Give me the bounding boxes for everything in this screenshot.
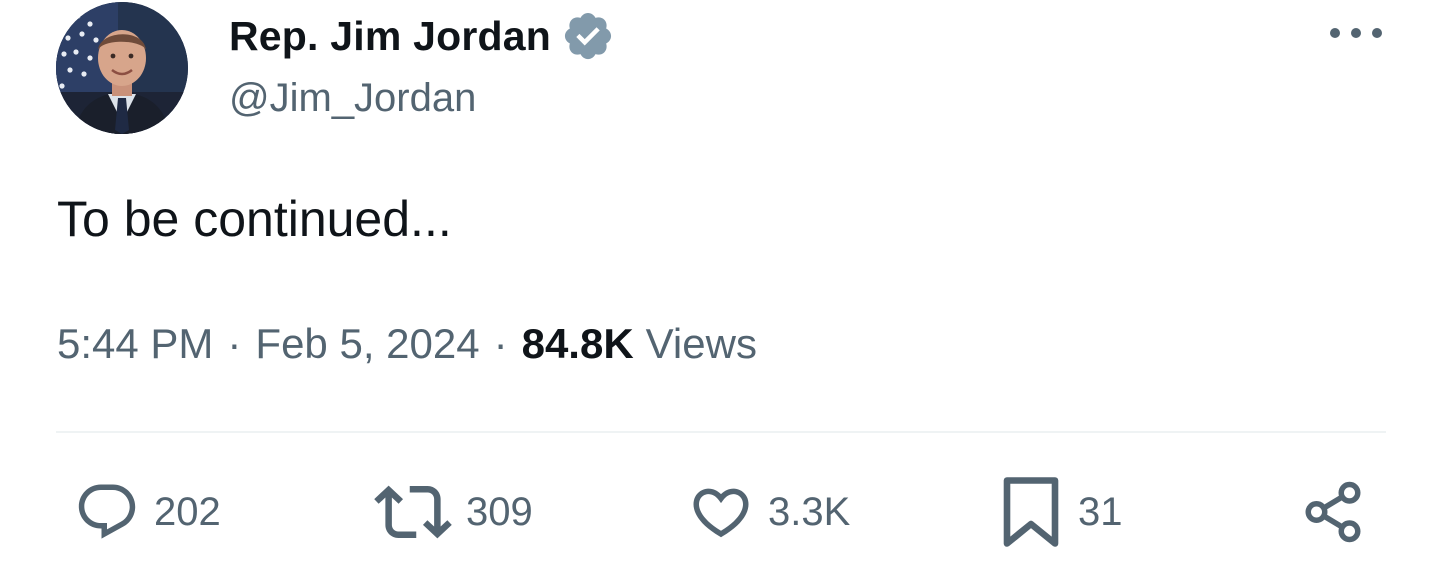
tweet-date[interactable]: Feb 5, 2024 [255,320,479,368]
repost-button[interactable]: 309 [374,472,533,552]
views-label: Views [645,320,757,367]
tweet-time[interactable]: 5:44 PM [57,320,213,368]
views-count: 84.8K [521,320,634,367]
repost-arrows-icon [374,485,452,539]
like-count: 3.3K [768,489,851,534]
more-dot [1351,28,1361,38]
bookmark-button[interactable]: 31 [998,472,1123,552]
action-bar: 202 309 3.3K 31 [0,472,1440,552]
tweet-text: To be continued... [57,191,452,247]
repost-count: 309 [466,489,533,534]
more-dot [1372,28,1382,38]
more-dot [1330,28,1340,38]
share-nodes-icon [1305,481,1361,543]
reply-button[interactable]: 202 [74,472,221,552]
author-name-row: Rep. Jim Jordan [229,10,615,62]
reply-count: 202 [154,489,221,534]
divider [56,431,1386,433]
author-handle[interactable]: @Jim_Jordan [229,76,476,121]
meta-separator: · [493,320,508,367]
display-name[interactable]: Rep. Jim Jordan [229,13,551,60]
speech-bubble-icon [78,484,136,539]
heart-icon [693,488,749,538]
profile-photo [56,2,188,134]
like-button[interactable]: 3.3K [688,472,850,552]
more-horizontal-icon[interactable] [1328,18,1384,48]
bookmark-icon [1003,477,1059,547]
meta-separator: · [227,320,242,367]
verified-badge-icon[interactable] [561,9,615,63]
share-button[interactable] [1300,472,1366,552]
avatar[interactable] [56,2,188,134]
bookmark-count: 31 [1078,489,1123,534]
tweet-meta: 5:44 PM · Feb 5, 2024 · 84.8K Views [57,320,757,368]
